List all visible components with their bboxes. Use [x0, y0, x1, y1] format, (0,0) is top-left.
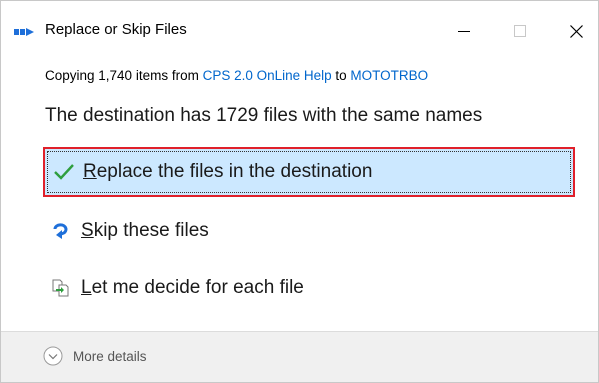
- decide-each-label: Let me decide for each file: [81, 277, 304, 298]
- dialog-footer: More details: [1, 332, 598, 382]
- copy-status-text: Copying 1,740 items from CPS 2.0 OnLine …: [45, 68, 428, 83]
- window-title: Replace or Skip Files: [45, 21, 187, 38]
- replace-files-option[interactable]: Replace the files in the destination: [43, 147, 575, 197]
- close-button[interactable]: [553, 13, 599, 49]
- skip-files-label: Skip these files: [81, 220, 209, 241]
- destination-folder-link[interactable]: MOTOTRBO: [350, 68, 428, 83]
- minimize-button[interactable]: [441, 13, 487, 49]
- decide-each-option[interactable]: Let me decide for each file: [43, 263, 575, 313]
- copy-prefix: Copying 1,740 items from: [45, 68, 203, 83]
- skip-arrow-icon: [51, 221, 81, 241]
- compare-files-icon: [51, 278, 81, 298]
- conflict-headline: The destination has 1729 files with the …: [45, 105, 483, 126]
- title-bar: Replace or Skip Files: [1, 1, 598, 55]
- maximize-icon: [514, 25, 526, 37]
- minimize-icon: [458, 31, 470, 32]
- replace-files-label: Replace the files in the destination: [83, 161, 373, 182]
- source-folder-link[interactable]: CPS 2.0 OnLine Help: [203, 68, 332, 83]
- copy-middle: to: [331, 68, 351, 83]
- chevron-down-circle-icon: [43, 346, 63, 366]
- replace-skip-dialog: Replace or Skip Files Copying 1,740 item…: [0, 0, 599, 383]
- skip-files-option[interactable]: Skip these files: [43, 206, 575, 256]
- close-icon: [569, 24, 583, 38]
- checkmark-icon: [53, 163, 83, 181]
- more-details-label: More details: [73, 348, 147, 364]
- more-details-toggle[interactable]: More details: [43, 346, 147, 366]
- maximize-button[interactable]: [497, 13, 543, 49]
- copy-files-icon: [14, 25, 36, 39]
